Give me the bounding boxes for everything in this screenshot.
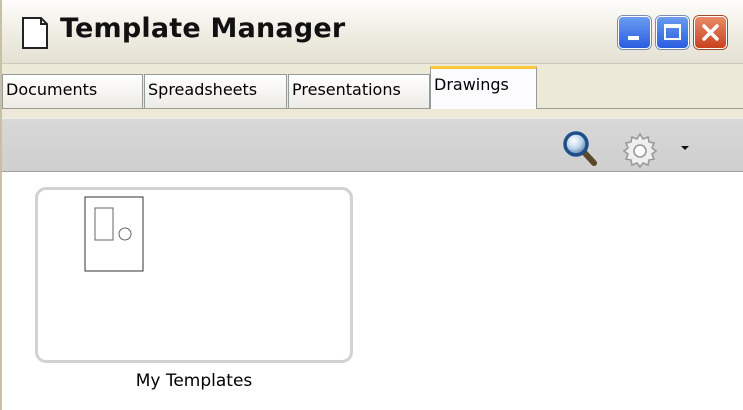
window-title: Template Manager xyxy=(60,13,346,44)
folder-tile-my-templates[interactable] xyxy=(35,187,353,363)
tab-documents[interactable]: Documents xyxy=(2,74,143,108)
close-icon xyxy=(702,24,719,41)
template-manager-window: Template Manager Documents Spreadsheets … xyxy=(0,0,743,410)
minimize-button[interactable] xyxy=(618,16,651,49)
tab-spreadsheets[interactable]: Spreadsheets xyxy=(144,74,287,108)
maximize-icon xyxy=(664,24,681,40)
magnifier-icon[interactable] xyxy=(562,130,598,166)
drawing-thumbnail-icon xyxy=(84,196,144,272)
minimize-icon xyxy=(628,36,639,40)
maximize-button[interactable] xyxy=(656,16,689,49)
document-icon xyxy=(22,17,48,49)
title-bar[interactable]: Template Manager xyxy=(2,0,743,64)
triangle-down-icon[interactable] xyxy=(678,141,692,153)
gear-icon[interactable] xyxy=(620,130,660,170)
folder-label: My Templates xyxy=(135,371,253,391)
tab-presentations[interactable]: Presentations xyxy=(288,74,430,108)
tab-drawings[interactable]: Drawings xyxy=(430,66,537,109)
tab-strip-divider xyxy=(2,108,743,109)
close-button[interactable] xyxy=(694,16,727,49)
